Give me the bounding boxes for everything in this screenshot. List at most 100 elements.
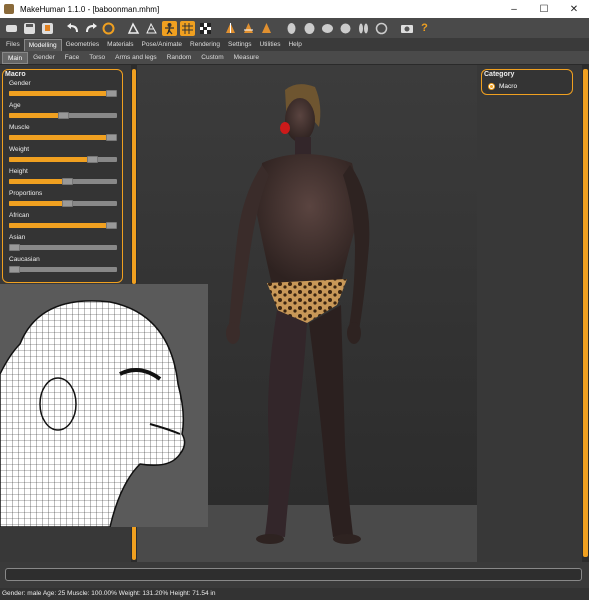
tab-utilities[interactable]: Utilities (256, 39, 285, 51)
slider-track[interactable] (9, 90, 117, 97)
macro-group: Macro Gender Age Muscle Weight Height Proport… (2, 69, 123, 283)
help-icon[interactable]: ? (417, 21, 432, 36)
side-view-icon[interactable] (259, 21, 274, 36)
slider-track[interactable] (9, 178, 117, 185)
slider-label: Asian (9, 234, 26, 241)
slider-track[interactable] (9, 112, 117, 119)
subtab-random[interactable]: Random (162, 52, 197, 64)
slider-fill (9, 157, 93, 162)
slider-handle[interactable] (106, 134, 117, 141)
slider-track[interactable] (9, 244, 117, 251)
back-view-icon[interactable] (241, 21, 256, 36)
tab-geometries[interactable]: Geometries (62, 39, 104, 51)
macro-slider-height[interactable]: Height (9, 168, 117, 185)
subtab-main[interactable]: Main (2, 51, 29, 64)
tab-settings[interactable]: Settings (224, 39, 256, 51)
slider-track[interactable] (9, 200, 117, 207)
slider-handle[interactable] (106, 222, 117, 229)
subtab-custom[interactable]: Custom (196, 52, 228, 64)
macro-title: Macro (5, 71, 26, 78)
macro-slider-gender[interactable]: Gender (9, 80, 117, 97)
slider-label: Muscle (9, 124, 30, 131)
macro-slider-age[interactable]: Age (9, 102, 117, 119)
subtab-measure[interactable]: Measure (229, 52, 264, 64)
app-icon (4, 4, 14, 14)
left-scroll-thumb-lower[interactable] (132, 524, 136, 560)
slider-handle[interactable] (86, 156, 98, 163)
macro-slider-proportions[interactable]: Proportions (9, 190, 117, 207)
bottom-area: Gender: male Age: 25 Muscle: 100.00% Wei… (0, 562, 589, 600)
export-icon[interactable] (40, 21, 55, 36)
slider-label: Height (9, 168, 28, 175)
red-nose (280, 122, 290, 134)
tab-pose-animate[interactable]: Pose/Animate (138, 39, 186, 51)
slider-fill (9, 135, 112, 140)
window-controls: – ☐ ✕ (499, 0, 589, 18)
head-side-icon[interactable] (302, 21, 317, 36)
category-option-label: Macro (499, 83, 518, 90)
slider-fill (9, 91, 112, 96)
slider-track[interactable] (9, 266, 117, 273)
pose-icon[interactable] (162, 20, 177, 36)
radio-button[interactable] (488, 83, 495, 90)
category-option-macro[interactable]: Macro (488, 83, 517, 90)
category-group: Category Macro (481, 69, 573, 95)
slider-track[interactable] (9, 134, 117, 141)
tab-modelling[interactable]: Modelling (23, 39, 62, 51)
left-scroll-thumb[interactable] (132, 69, 136, 284)
right-panel: Category Macro (477, 65, 582, 562)
hand-icon[interactable] (338, 21, 353, 36)
slider-track[interactable] (9, 222, 117, 229)
undo-icon[interactable] (65, 21, 80, 36)
subtab-face[interactable]: Face (60, 52, 84, 64)
redo-icon[interactable] (83, 21, 98, 36)
slider-handle[interactable] (57, 112, 69, 119)
slider-handle[interactable] (9, 266, 20, 273)
screenshot-icon[interactable] (399, 21, 414, 36)
subtab-torso[interactable]: Torso (84, 52, 110, 64)
slider-handle[interactable] (9, 244, 20, 251)
slider-handle[interactable] (62, 200, 74, 207)
save-icon[interactable] (22, 21, 37, 36)
subtab-arms-and-legs[interactable]: Arms and legs (110, 52, 162, 64)
feet-icon[interactable] (356, 21, 371, 36)
right-scroll-thumb[interactable] (583, 69, 588, 557)
slider-label: Caucasian (9, 256, 40, 263)
status-bar: Gender: male Age: 25 Muscle: 100.00% Wei… (0, 588, 589, 600)
wireframe-head-image (0, 284, 208, 527)
smooth-icon[interactable] (126, 21, 141, 36)
tab-materials[interactable]: Materials (103, 39, 137, 51)
reset-icon[interactable] (101, 21, 116, 36)
main-area: Macro Gender Age Muscle Weight Height Proport… (0, 65, 589, 562)
main-toolbar: ? (0, 18, 589, 38)
head-front-icon[interactable] (284, 21, 299, 36)
window-title: MakeHuman 1.1.0 - [baboonman.mhm] (20, 4, 160, 14)
front-view-icon[interactable] (223, 21, 238, 36)
slider-fill (9, 179, 68, 184)
undo-all-icon[interactable] (4, 21, 19, 36)
reset-camera-icon[interactable] (374, 21, 389, 36)
title-bar: MakeHuman 1.1.0 - [baboonman.mhm] – ☐ ✕ (0, 0, 589, 18)
tab-files[interactable]: Files (2, 39, 24, 51)
tab-help[interactable]: Help (284, 39, 305, 51)
slider-track[interactable] (9, 156, 117, 163)
macro-slider-caucasian[interactable]: Caucasian (9, 256, 117, 273)
tab-rendering[interactable]: Rendering (186, 39, 224, 51)
slider-label: Gender (9, 80, 31, 87)
wireframe-icon[interactable] (144, 21, 159, 36)
subtab-gender[interactable]: Gender (28, 52, 60, 64)
slider-fill (9, 113, 63, 118)
maximize-button[interactable]: ☐ (529, 0, 559, 18)
macro-slider-asian[interactable]: Asian (9, 234, 117, 251)
checker-icon[interactable] (198, 21, 213, 36)
minimize-button[interactable]: – (499, 0, 529, 18)
macro-slider-weight[interactable]: Weight (9, 146, 117, 163)
close-button[interactable]: ✕ (559, 0, 589, 18)
macro-slider-muscle[interactable]: Muscle (9, 124, 117, 141)
macro-slider-african[interactable]: African (9, 212, 117, 229)
slider-handle[interactable] (106, 90, 117, 97)
grid-icon[interactable] (180, 20, 195, 36)
head-top-icon[interactable] (320, 21, 335, 36)
slider-handle[interactable] (62, 178, 74, 185)
right-scrollbar[interactable] (582, 65, 589, 562)
